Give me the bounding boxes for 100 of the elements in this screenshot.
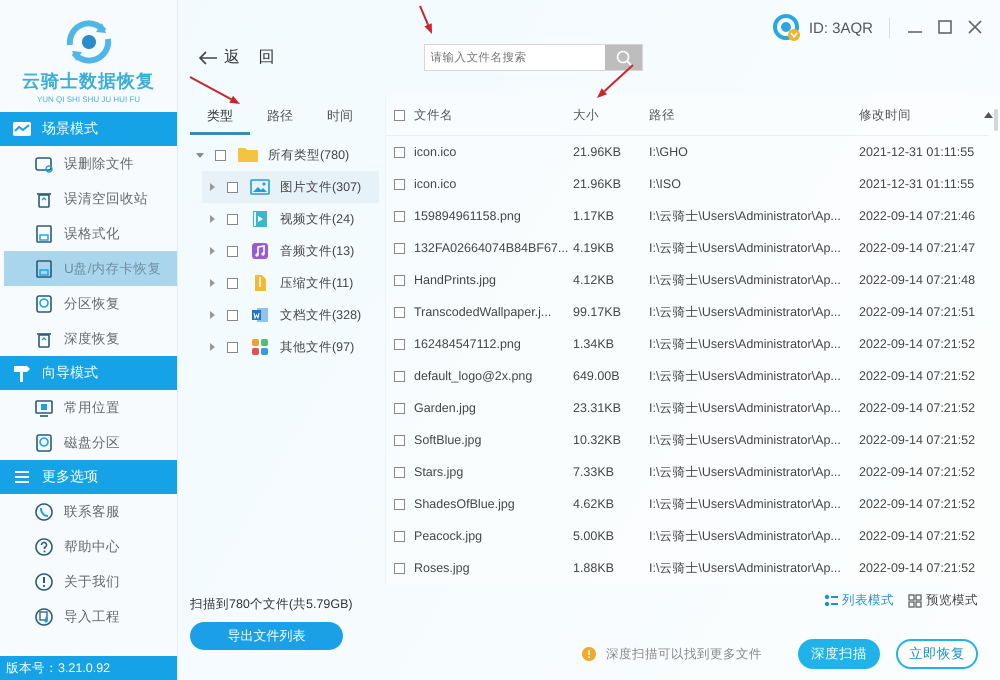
tree-item[interactable]: 文档文件(328)	[202, 299, 379, 331]
size-cell-text: 21.96KB	[573, 177, 622, 191]
file-name-cell-text: Garden.jpg	[414, 401, 477, 415]
tree-item[interactable]: 其他文件(97)	[202, 331, 379, 363]
column-header[interactable]: 大小	[573, 106, 649, 124]
tree-item-label: 音频文件(13)	[280, 242, 354, 260]
sidebar-item[interactable]: 联系客服	[0, 494, 177, 529]
expand-arrow-icon[interactable]	[207, 182, 217, 192]
sidebar-item[interactable]: 误格式化	[0, 216, 177, 251]
modified-time-cell-text: 2021-12-31 01:11:55	[859, 145, 976, 159]
checkbox[interactable]	[394, 498, 405, 510]
checkbox[interactable]	[227, 214, 238, 224]
sidebar-item[interactable]: 磁盘分区	[0, 425, 177, 460]
tab[interactable]: 时间	[310, 107, 370, 135]
file-name-cell-text: TranscodedWallpaper.j...	[414, 305, 552, 319]
import-icon	[34, 606, 54, 626]
sidebar-item-label: 误删除文件	[64, 154, 134, 172]
sidebar-item[interactable]: 常用位置	[0, 390, 177, 425]
expand-arrow-icon[interactable]	[207, 214, 217, 224]
collapse-arrow-icon[interactable]	[195, 150, 205, 160]
size-cell-text: 23.31KB	[573, 401, 622, 415]
tree-item[interactable]: 视频文件(24)	[202, 203, 379, 235]
sidebar-item[interactable]: 分区恢复	[0, 286, 177, 321]
tree-item[interactable]: 音频文件(13)	[202, 235, 379, 267]
tree-item[interactable]: 图片文件(307)	[202, 171, 379, 203]
version-label: 版本号：3.21.0.92	[0, 656, 177, 680]
search-field[interactable]: 请输入文件名搜索	[424, 44, 644, 71]
checkbox[interactable]	[394, 274, 405, 286]
modified-time-cell-text: 2021-12-31 01:11:55	[859, 177, 976, 191]
column-header[interactable]: 修改时间	[859, 106, 999, 124]
sidebar-item-label: 常用位置	[64, 398, 120, 416]
checkbox[interactable]	[394, 178, 405, 190]
sidebar-item[interactable]: 导入工程	[0, 599, 177, 634]
checkbox[interactable]	[227, 278, 238, 288]
list-icon	[824, 594, 838, 608]
tree-item[interactable]: 所有类型(780)	[190, 139, 379, 171]
tree-item-label: 其他文件(97)	[280, 338, 354, 356]
file-name-cell-text: Roses.jpg	[414, 561, 471, 575]
column-header[interactable]: 文件名	[414, 106, 573, 124]
expand-arrow-icon[interactable]	[207, 342, 217, 352]
path-cell-text: I:\云骑士\Users\Administrator\Ap...	[649, 272, 842, 288]
modified-time-cell-text: 2022-09-14 07:21:52	[859, 529, 976, 543]
size-cell-text: 1.88KB	[573, 561, 616, 575]
sidebar-item[interactable]: 误清空回收站	[0, 181, 177, 216]
minimize-icon	[907, 30, 923, 32]
expand-arrow-icon[interactable]	[207, 310, 217, 320]
sidebar-item-label: 分区恢复	[64, 294, 120, 312]
tree-item-label: 所有类型(780)	[268, 146, 350, 164]
recover-button[interactable]: 立即恢复	[896, 639, 978, 669]
modified-time-cell-text: 2022-09-14 07:21:52	[859, 561, 976, 575]
signpost-icon	[12, 363, 32, 383]
file-name-cell-text: SoftBlue.jpg	[414, 433, 482, 447]
checkbox[interactable]	[394, 562, 405, 574]
tab[interactable]: 路径	[250, 107, 310, 135]
checkbox[interactable]	[394, 210, 405, 222]
checkbox[interactable]	[394, 530, 405, 542]
hint-text: 深度扫描可以找到更多文件	[606, 646, 762, 662]
search-icon[interactable]	[614, 48, 633, 66]
checkbox[interactable]	[394, 434, 405, 446]
sidebar-item[interactable]: 误删除文件	[0, 146, 177, 181]
tree-item[interactable]: 压缩文件(11)	[202, 267, 379, 299]
sidebar-item[interactable]: 帮助中心	[0, 529, 177, 564]
column-header[interactable]: 路径	[649, 106, 859, 124]
size-cell-text: 1.34KB	[573, 337, 616, 351]
file-name-cell-text: icon.ico	[414, 177, 458, 191]
checkbox[interactable]	[394, 146, 405, 158]
checkbox[interactable]	[394, 306, 405, 318]
checkbox[interactable]	[227, 246, 238, 256]
checkbox[interactable]	[394, 338, 405, 350]
checkbox[interactable]	[394, 466, 405, 478]
sidebar-item-label: 深度恢复	[64, 330, 120, 348]
checkbox[interactable]	[394, 110, 405, 120]
image-icon	[250, 179, 270, 195]
expand-arrow-icon[interactable]	[207, 246, 217, 256]
scrollbar-thumb[interactable]	[994, 109, 998, 131]
file-name-cell-text: default_logo@2x.png	[414, 369, 534, 383]
modified-time-cell-text: 2022-09-14 07:21:52	[859, 497, 976, 511]
annotation-arrow	[419, 6, 432, 34]
tab[interactable]: 类型	[190, 107, 250, 135]
checkbox[interactable]	[227, 182, 238, 192]
expand-arrow-icon[interactable]	[207, 278, 217, 288]
checkbox[interactable]	[394, 402, 405, 414]
annotation-arrow	[190, 76, 240, 104]
checkbox[interactable]	[227, 342, 238, 352]
checkbox[interactable]	[227, 310, 238, 320]
path-cell-text: I:\云骑士\Users\Administrator\Ap...	[649, 464, 842, 480]
file-name-cell-text: Peacock.jpg	[414, 529, 484, 543]
sidebar-item[interactable]: 深度恢复	[0, 321, 177, 356]
sort-icon[interactable]	[984, 112, 993, 118]
sidebar-item[interactable]: 关于我们	[0, 564, 177, 599]
path-cell-text: I:\云骑士\Users\Administrator\Ap...	[649, 304, 842, 320]
checkbox[interactable]	[394, 242, 405, 254]
back-button[interactable]: 返 回	[196, 45, 276, 70]
checkbox[interactable]	[215, 150, 226, 160]
view-mode-toggle[interactable]: 预览模式	[908, 592, 978, 609]
checkbox[interactable]	[394, 370, 405, 382]
folder-icon	[238, 147, 258, 163]
path-cell-text: I:\云骑士\Users\Administrator\Ap...	[649, 560, 842, 576]
avatar-icon[interactable]	[772, 14, 801, 42]
modified-time-cell-text: 2022-09-14 07:21:52	[859, 337, 976, 351]
